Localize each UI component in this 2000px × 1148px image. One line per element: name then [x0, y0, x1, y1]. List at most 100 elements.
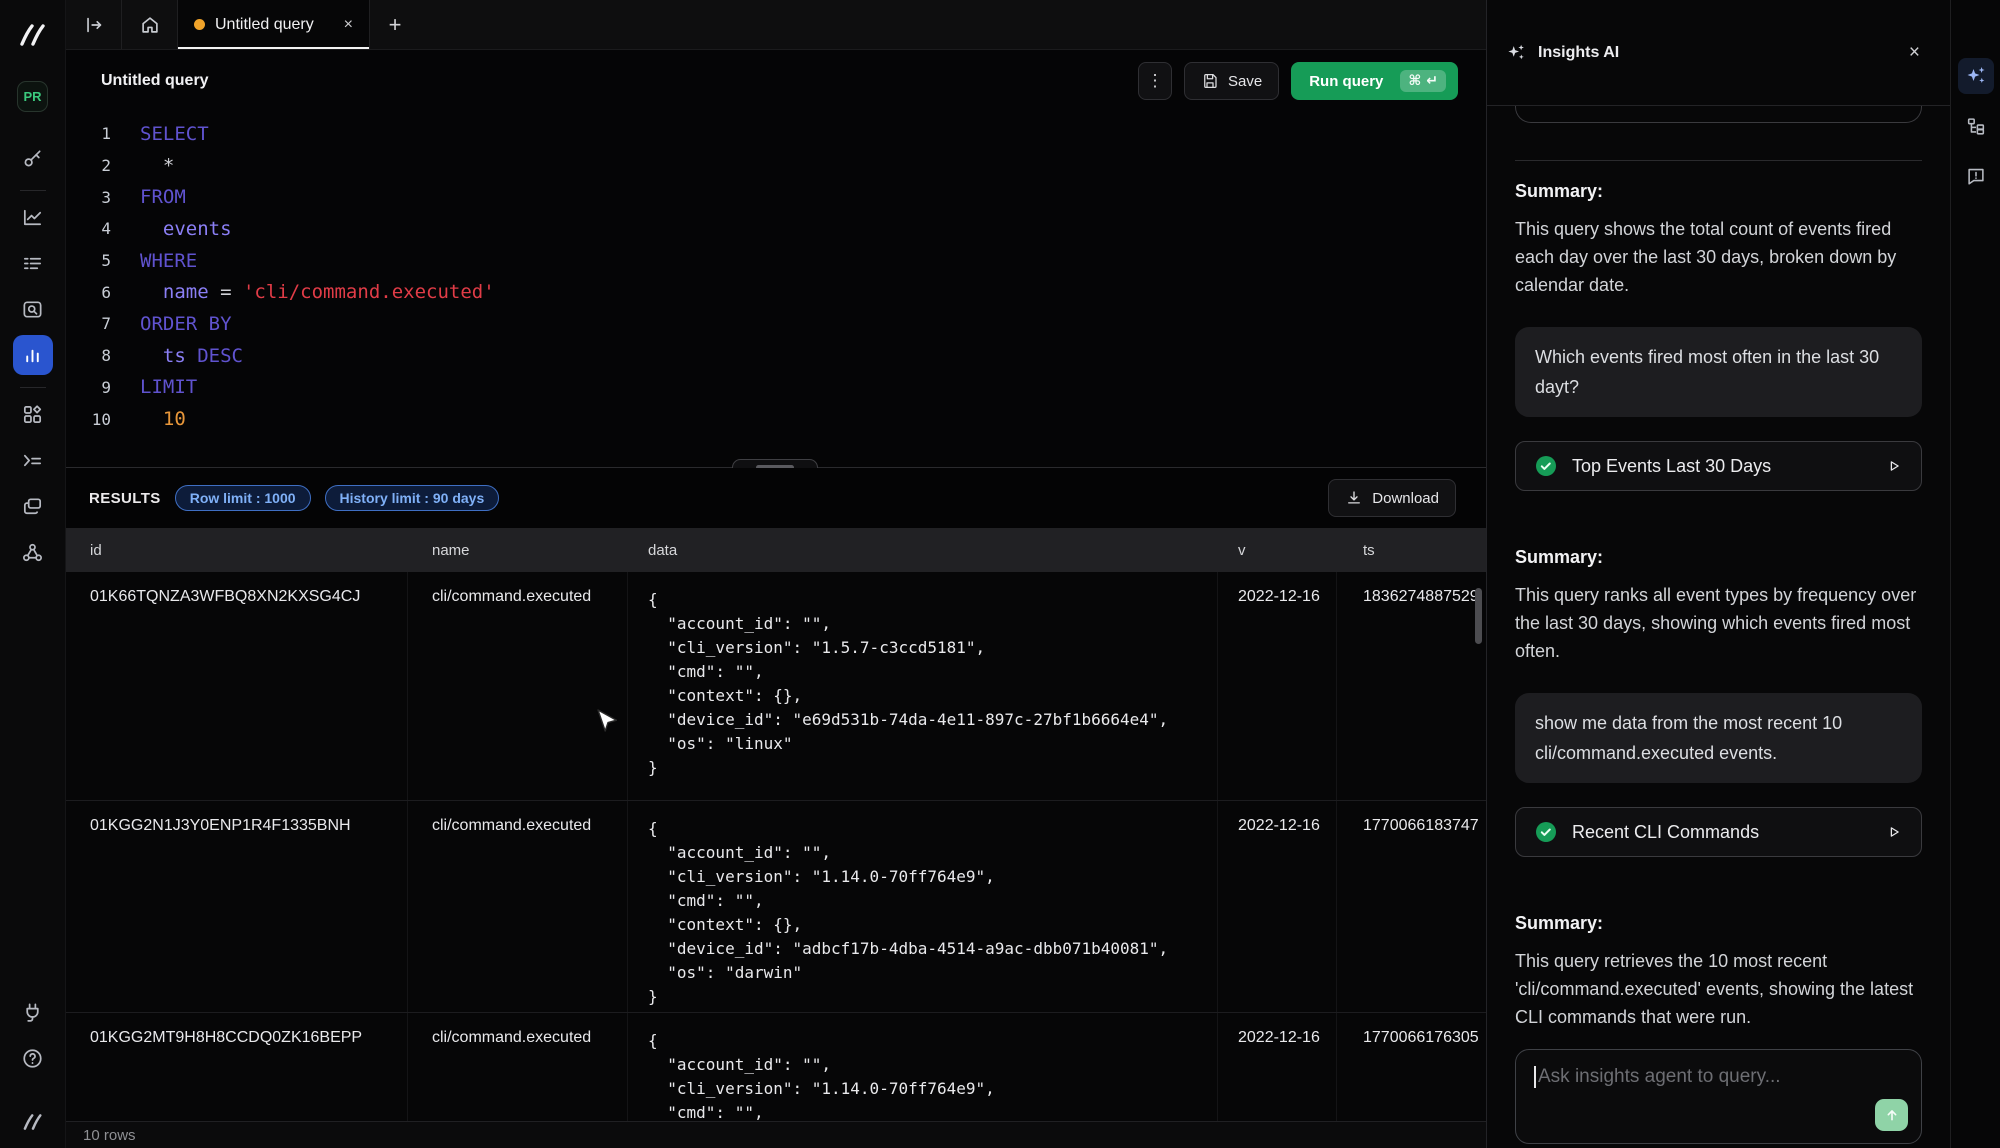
summary-label: Summary:	[1515, 547, 1922, 568]
table-row[interactable]: 01K66TQNZA3WFBQ8XN2KXSG4CJcli/command.ex…	[66, 572, 1486, 801]
sidebar-item-integrations[interactable]	[13, 992, 53, 1032]
new-tab-button[interactable]: +	[370, 0, 420, 49]
query-header: Untitled query ⋮ Save Run query ⌘ ↵	[66, 50, 1486, 112]
code-text: *	[111, 155, 174, 177]
code-line[interactable]: 9LIMIT	[66, 372, 1486, 404]
line-number: 9	[66, 378, 111, 397]
run-query-button[interactable]: Run query ⌘ ↵	[1291, 62, 1458, 100]
tab-untitled-query[interactable]: Untitled query ×	[178, 0, 370, 49]
code-line[interactable]: 6 name = 'cli/command.executed'	[66, 276, 1486, 308]
tree-structure-icon	[1965, 115, 1987, 137]
sidebar-item-help[interactable]	[13, 1038, 53, 1078]
insights-input[interactable]: Ask insights agent to query...	[1515, 1049, 1922, 1144]
insights-title: Insights AI	[1538, 44, 1619, 62]
download-button[interactable]: Download	[1328, 479, 1456, 517]
code-text: SELECT	[111, 123, 209, 145]
line-number: 1	[66, 124, 111, 143]
insights-close-icon[interactable]: ×	[1909, 42, 1920, 64]
cell-id: 01KGG2MT9H8H8CCDQ0ZK16BEPP	[66, 1013, 408, 1122]
app-window: PR	[0, 0, 2000, 1148]
sparkles-blue-icon	[1964, 64, 1988, 88]
play-icon	[1885, 823, 1903, 841]
feedback-icon	[1965, 165, 1987, 187]
table-scrollbar[interactable]	[1475, 588, 1482, 644]
sidebar-item-apps[interactable]	[13, 394, 53, 434]
column-header-ts[interactable]: ts	[1337, 542, 1486, 559]
code-line[interactable]: 7ORDER BY	[66, 308, 1486, 340]
send-button[interactable]	[1875, 1099, 1908, 1131]
cell-id: 01KGG2N1J3Y0ENP1R4F1335BNH	[66, 801, 408, 1012]
rail-insights-ai-button[interactable]	[1958, 58, 1994, 94]
suggested-query-card[interactable]: Top Events Last 30 Days	[1515, 441, 1922, 491]
rail-feedback-button[interactable]	[1958, 158, 1994, 194]
code-line[interactable]: 1SELECT	[66, 118, 1486, 150]
right-rail	[1950, 0, 2000, 1148]
code-text: WHERE	[111, 250, 197, 272]
cell-name: cli/command.executed	[408, 1013, 628, 1122]
save-button[interactable]: Save	[1184, 62, 1279, 100]
cell-v: 2022-12-16	[1218, 1013, 1337, 1122]
table-row[interactable]: 01KGG2N1J3Y0ENP1R4F1335BNHcli/command.ex…	[66, 801, 1486, 1013]
code-text: 10	[111, 408, 186, 430]
table-header: idnamedatavts	[66, 528, 1486, 572]
mouse-cursor	[595, 708, 617, 738]
history-limit-badge[interactable]: History limit : 90 days	[325, 485, 500, 511]
summary-label: Summary:	[1515, 913, 1922, 934]
code-line[interactable]: 2 *	[66, 150, 1486, 182]
code-line[interactable]: 8 ts DESC	[66, 340, 1486, 372]
cell-name: cli/command.executed	[408, 801, 628, 1012]
row-limit-badge[interactable]: Row limit : 1000	[175, 485, 311, 511]
user-message-bubble: show me data from the most recent 10 cli…	[1515, 693, 1922, 783]
sidebar-item-query-active[interactable]	[13, 335, 53, 375]
sidebar-item-charts[interactable]	[13, 197, 53, 237]
column-header-id[interactable]: id	[66, 542, 408, 559]
sidebar-item-console[interactable]	[13, 440, 53, 480]
sidebar-item-explore[interactable]	[13, 289, 53, 329]
avatar[interactable]: PR	[17, 81, 48, 112]
sparkles-icon	[1505, 42, 1527, 64]
run-card-button[interactable]	[1885, 457, 1903, 475]
line-number: 7	[66, 314, 111, 333]
sql-editor[interactable]: 1SELECT2 *3FROM4 events5WHERE6 name = 'c…	[66, 118, 1486, 467]
cell-id: 01K66TQNZA3WFBQ8XN2KXSG4CJ	[66, 572, 408, 800]
summary-block: Summary:This query ranks all event types…	[1515, 547, 1922, 665]
table-row[interactable]: 01KGG2MT9H8H8CCDQ0ZK16BEPPcli/command.ex…	[66, 1013, 1486, 1122]
table-body: 01K66TQNZA3WFBQ8XN2KXSG4CJcli/command.ex…	[66, 572, 1486, 1122]
tab-bar: Untitled query × +	[66, 0, 1486, 50]
code-text: FROM	[111, 186, 186, 208]
column-header-v[interactable]: v	[1218, 542, 1337, 559]
code-text: events	[111, 218, 232, 240]
sidebar-item-webhooks[interactable]	[13, 532, 53, 572]
feed-divider	[1515, 160, 1922, 161]
tab-close-icon[interactable]: ×	[344, 17, 353, 33]
line-number: 6	[66, 283, 111, 302]
user-message-bubble: Which events fired most often in the las…	[1515, 327, 1922, 417]
results-label: RESULTS	[89, 490, 161, 507]
suggested-query-card[interactable]: Recent CLI Commands	[1515, 807, 1922, 857]
code-text: LIMIT	[111, 376, 197, 398]
page-title: Untitled query	[101, 72, 209, 90]
check-circle-icon	[1534, 820, 1558, 844]
play-icon	[1885, 457, 1903, 475]
sidebar-item-keys[interactable]	[13, 138, 53, 178]
summary-text: This query shows the total count of even…	[1515, 215, 1922, 299]
brand-logo-icon	[15, 20, 51, 55]
summary-label: Summary:	[1515, 181, 1922, 202]
unsaved-dot-icon	[194, 19, 205, 30]
column-header-name[interactable]: name	[408, 542, 628, 559]
save-icon	[1201, 72, 1219, 90]
more-options-button[interactable]: ⋮	[1138, 62, 1172, 100]
code-line[interactable]: 5WHERE	[66, 245, 1486, 277]
collapse-panel-button[interactable]	[66, 0, 122, 49]
insights-header: Insights AI ×	[1487, 0, 1950, 106]
sidebar-item-sessions[interactable]	[13, 486, 53, 526]
code-line[interactable]: 4 events	[66, 213, 1486, 245]
rail-schema-tree-button[interactable]	[1958, 108, 1994, 144]
run-card-button[interactable]	[1885, 823, 1903, 841]
input-placeholder: Ask insights agent to query...	[1538, 1066, 1781, 1087]
code-line[interactable]: 3FROM	[66, 181, 1486, 213]
home-button[interactable]	[122, 0, 178, 49]
column-header-data[interactable]: data	[628, 542, 1218, 559]
code-line[interactable]: 10 10	[66, 403, 1486, 435]
sidebar-item-logs[interactable]	[13, 243, 53, 283]
